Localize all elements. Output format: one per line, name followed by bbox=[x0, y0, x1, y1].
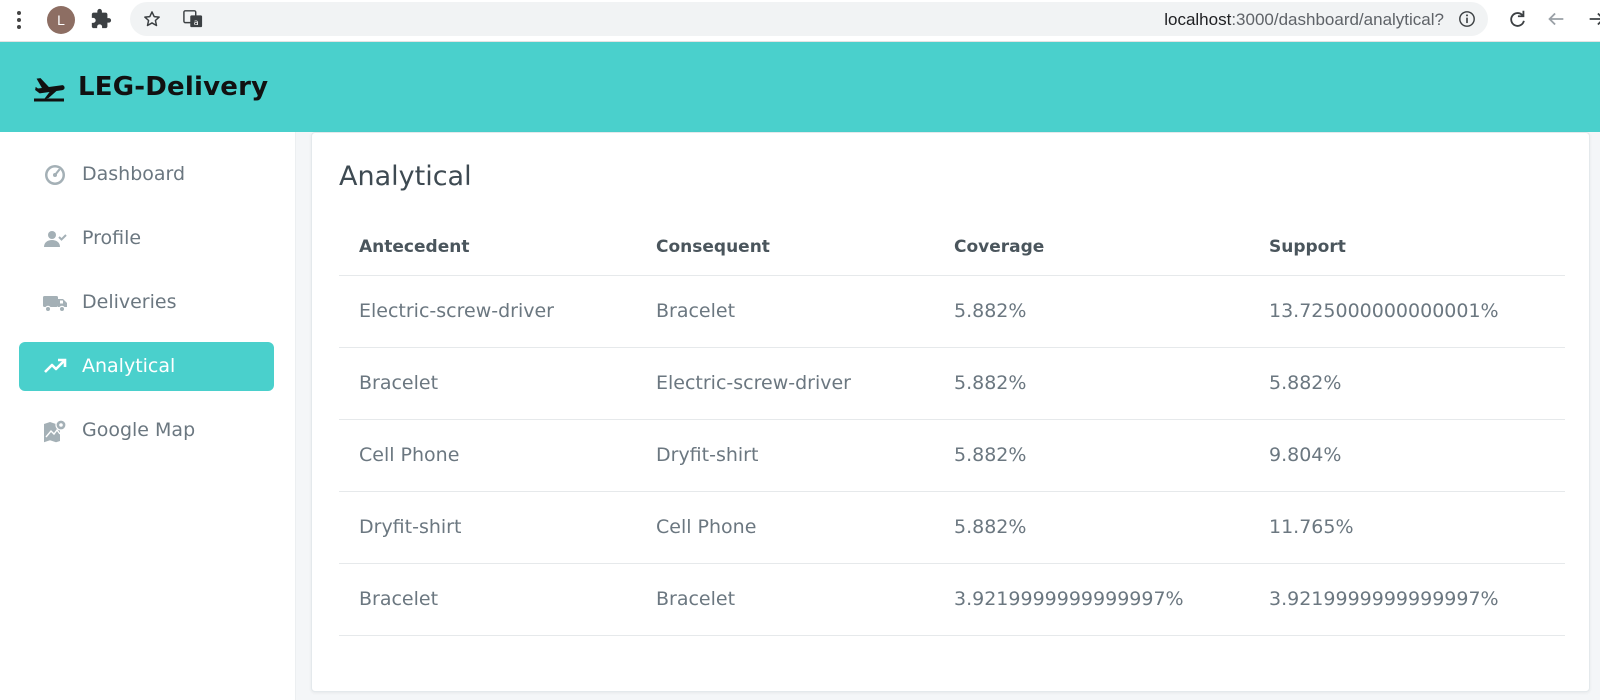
truck-icon bbox=[43, 296, 67, 313]
forward-arrow-icon[interactable] bbox=[1586, 8, 1600, 30]
trending-up-icon bbox=[44, 358, 67, 373]
sidebar-item-analytical[interactable]: Analytical bbox=[19, 342, 274, 391]
consequent-cell: Bracelet bbox=[656, 300, 736, 322]
sidebar-item-profile[interactable]: Profile bbox=[19, 214, 274, 263]
browser-menu-icon[interactable] bbox=[16, 9, 22, 29]
column-header[interactable]: Antecedent bbox=[359, 237, 469, 257]
svg-text:a: a bbox=[194, 17, 199, 27]
support-cell: 9.804% bbox=[1269, 444, 1342, 466]
bookmark-star-icon[interactable] bbox=[142, 9, 162, 29]
site-info-icon[interactable] bbox=[1458, 10, 1476, 28]
address-bar[interactable]: a localhost:3000/dashboard/analytical? bbox=[130, 2, 1488, 36]
coverage-cell: 5.882% bbox=[954, 444, 1027, 466]
sidebar-item-label: Google Map bbox=[82, 419, 196, 441]
url-path: :3000/dashboard/analytical? bbox=[1231, 10, 1444, 29]
column-header[interactable]: Coverage bbox=[954, 237, 1044, 257]
page-title: Analytical bbox=[339, 161, 472, 192]
table-row: Dryfit-shirt Cell Phone 5.882% 11.765% bbox=[339, 492, 1565, 564]
reload-icon[interactable] bbox=[1506, 8, 1528, 30]
translate-icon[interactable]: a bbox=[182, 9, 204, 29]
analytical-card: Analytical Antecedent Consequent Coverag… bbox=[311, 132, 1590, 692]
support-cell: 13.725000000000001% bbox=[1269, 300, 1499, 322]
airplane-departure-icon bbox=[34, 78, 65, 102]
sidebar-item-google-map[interactable]: Google Map bbox=[19, 406, 274, 455]
column-header[interactable]: Support bbox=[1269, 237, 1346, 257]
support-cell: 5.882% bbox=[1269, 372, 1342, 394]
consequent-cell: Bracelet bbox=[656, 588, 736, 610]
support-cell: 3.9219999999999997% bbox=[1269, 588, 1499, 610]
app-header: LEG-Delivery bbox=[0, 42, 1600, 132]
brand-name[interactable]: LEG-Delivery bbox=[78, 72, 268, 102]
table-row: Bracelet Bracelet 3.9219999999999997% 3.… bbox=[339, 564, 1565, 636]
coverage-cell: 3.9219999999999997% bbox=[954, 588, 1184, 610]
consequent-cell: Dryfit-shirt bbox=[656, 444, 759, 466]
antecedent-cell: Bracelet bbox=[359, 588, 439, 610]
sidebar-item-label: Analytical bbox=[82, 355, 176, 377]
speedometer-icon bbox=[45, 165, 65, 185]
map-pin-icon bbox=[44, 419, 67, 443]
table-row: Cell Phone Dryfit-shirt 5.882% 9.804% bbox=[339, 420, 1565, 492]
antecedent-cell: Cell Phone bbox=[359, 444, 460, 466]
user-check-icon bbox=[44, 231, 67, 247]
table-row: Electric-screw-driver Bracelet 5.882% 13… bbox=[339, 276, 1565, 348]
consequent-cell: Cell Phone bbox=[656, 516, 757, 538]
column-header[interactable]: Consequent bbox=[656, 237, 770, 257]
antecedent-cell: Bracelet bbox=[359, 372, 439, 394]
extensions-icon[interactable] bbox=[90, 8, 112, 30]
support-cell: 11.765% bbox=[1269, 516, 1354, 538]
profile-avatar[interactable]: L bbox=[47, 6, 75, 34]
sidebar-item-deliveries[interactable]: Deliveries bbox=[19, 278, 274, 327]
coverage-cell: 5.882% bbox=[954, 372, 1027, 394]
consequent-cell: Electric-screw-driver bbox=[656, 372, 851, 394]
antecedent-cell: Dryfit-shirt bbox=[359, 516, 462, 538]
sidebar-item-dashboard[interactable]: Dashboard bbox=[19, 150, 274, 199]
coverage-cell: 5.882% bbox=[954, 516, 1027, 538]
sidebar: Dashboard Profile Deliveries Analytical bbox=[0, 132, 296, 700]
sidebar-item-label: Profile bbox=[82, 227, 142, 249]
url-text[interactable]: localhost:3000/dashboard/analytical? bbox=[1164, 10, 1444, 30]
table-header-row: Antecedent Consequent Coverage Support bbox=[339, 221, 1565, 276]
table-row: Bracelet Electric-screw-driver 5.882% 5.… bbox=[339, 348, 1565, 420]
coverage-cell: 5.882% bbox=[954, 300, 1027, 322]
back-arrow-icon[interactable] bbox=[1545, 8, 1567, 30]
browser-toolbar: L a localhost:3000/dashboard/analytical? bbox=[0, 0, 1600, 42]
url-host: localhost bbox=[1164, 10, 1232, 29]
sidebar-item-label: Deliveries bbox=[82, 291, 177, 313]
rules-table: Antecedent Consequent Coverage Support E… bbox=[339, 221, 1565, 636]
antecedent-cell: Electric-screw-driver bbox=[359, 300, 554, 322]
sidebar-item-label: Dashboard bbox=[82, 163, 186, 185]
